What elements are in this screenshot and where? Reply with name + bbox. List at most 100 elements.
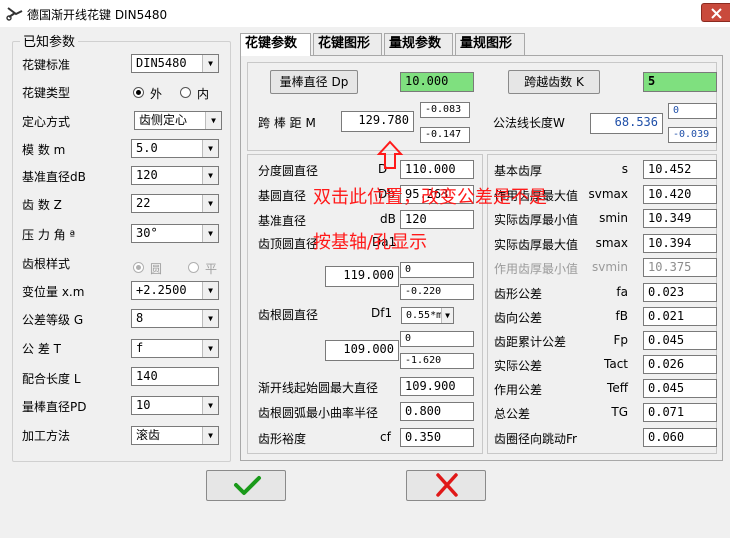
tolerance-row-symbol: smax bbox=[595, 236, 628, 250]
annotation-line-1: 双击此位置，改变公差是不是 bbox=[313, 187, 547, 208]
tolerance-row-value[interactable]: 0.045 bbox=[643, 331, 717, 350]
ref-dia-label: 基准直径 bbox=[258, 214, 307, 228]
tolerance-row-symbol: fa bbox=[616, 285, 628, 299]
spline-standard-label: 花键标准 bbox=[22, 58, 71, 72]
tolerance-row-label: 齿向公差 bbox=[494, 311, 543, 325]
centering-select[interactable]: 齿侧定心 ▼ bbox=[134, 111, 222, 130]
over-pins-label: 跨 棒 距 M bbox=[258, 116, 316, 130]
pin-diameter-select[interactable]: 10 ▼ bbox=[131, 396, 219, 415]
tip-dia-input[interactable]: 119.000 bbox=[325, 266, 399, 287]
tolerance-row-value[interactable]: 0.026 bbox=[643, 355, 717, 374]
root-radius-input[interactable]: 0.800 bbox=[400, 402, 474, 421]
tolerance-row-value[interactable]: 0.071 bbox=[643, 403, 717, 422]
pin-diameter-label: 量棒直径PD bbox=[22, 400, 87, 414]
radio-internal[interactable] bbox=[180, 87, 191, 98]
over-pins-upper[interactable]: -0.083 bbox=[420, 102, 470, 118]
tolerance-row-value[interactable]: 10.394 bbox=[643, 234, 717, 253]
spline-standard-select[interactable]: DIN5480 ▼ bbox=[131, 54, 219, 73]
root-style-label: 齿根样式 bbox=[22, 257, 71, 271]
tab-gauge-params[interactable]: 量规参数 bbox=[384, 33, 453, 55]
root-dia-label: 齿根圆直径 bbox=[258, 308, 319, 322]
root-dia-upper[interactable]: 0 bbox=[400, 331, 474, 347]
form-dia-input[interactable]: 109.900 bbox=[400, 377, 474, 396]
tolerance-row-symbol: Tact bbox=[604, 357, 628, 371]
x-icon bbox=[436, 473, 458, 497]
tolerance-row-value[interactable]: 0.023 bbox=[643, 283, 717, 302]
chevron-down-icon: ▼ bbox=[202, 340, 218, 357]
scissors-icon bbox=[6, 7, 23, 21]
tolerance-row-label: 基本齿厚 bbox=[494, 164, 543, 178]
pin-diameter-value[interactable]: 10.000 bbox=[400, 72, 474, 92]
tip-dia-upper[interactable]: 0 bbox=[400, 262, 474, 278]
tolerance-row-label: 齿圈径向跳动Fr bbox=[494, 432, 577, 446]
chevron-down-icon: ▼ bbox=[202, 167, 218, 184]
tip-dia-lower[interactable]: -0.220 bbox=[400, 284, 474, 300]
pin-diameter-button[interactable]: 量棒直径 Dp bbox=[270, 70, 358, 94]
tolerance-row-symbol: s bbox=[621, 162, 628, 176]
tolerance-row-symbol: Teff bbox=[607, 381, 628, 395]
pitch-dia-input[interactable]: 110.000 bbox=[400, 160, 474, 179]
form-dia-label: 渐开线起始圆最大直径 bbox=[258, 381, 379, 395]
tolerance-row-value[interactable]: 0.021 bbox=[643, 307, 717, 326]
tolerance-select[interactable]: f ▼ bbox=[131, 339, 219, 358]
span-teeth-value[interactable]: 5 bbox=[643, 72, 717, 92]
tolerance-row-value[interactable]: 10.420 bbox=[643, 185, 717, 204]
over-pins-input[interactable]: 129.780 bbox=[341, 111, 414, 132]
radio-external[interactable] bbox=[133, 87, 144, 98]
mating-length-label: 配合长度 L bbox=[22, 372, 81, 386]
tolerance-row-label: 作用齿厚最小值 bbox=[494, 262, 579, 276]
title-bar: 德国渐开线花键 DIN5480 bbox=[0, 0, 730, 27]
radio-external-label: 外 bbox=[150, 87, 163, 101]
tolerance-row-value[interactable]: 10.349 bbox=[643, 209, 717, 228]
tolerance-row-value[interactable]: 0.045 bbox=[643, 379, 717, 398]
pressure-angle-select[interactable]: 30° ▼ bbox=[131, 224, 219, 243]
over-pins-lower[interactable]: -0.147 bbox=[420, 127, 470, 143]
tip-dia-label: 齿顶圆直径 bbox=[258, 237, 319, 251]
chevron-down-icon: ▼ bbox=[202, 55, 218, 72]
cancel-button[interactable] bbox=[406, 470, 486, 501]
root-radius-label: 齿根圆弧最小曲率半径 bbox=[258, 406, 379, 420]
ok-button[interactable] bbox=[206, 470, 286, 501]
tab-spline-params[interactable]: 花键参数 bbox=[240, 33, 311, 56]
profile-shift-select[interactable]: +2.2500 ▼ bbox=[131, 281, 219, 300]
tab-gauge-graphic[interactable]: 量规图形 bbox=[455, 33, 525, 55]
tolerance-row-value: 10.375 bbox=[643, 258, 717, 277]
chevron-down-icon: ▼ bbox=[441, 308, 453, 323]
root-dia-input[interactable]: 109.000 bbox=[325, 340, 399, 361]
form-clearance-label: 齿形裕度 bbox=[258, 432, 307, 446]
tolerance-row-symbol: Fp bbox=[613, 333, 628, 347]
tolerance-row-label: 总公差 bbox=[494, 407, 531, 421]
ref-dia-symbol: dB bbox=[380, 212, 396, 226]
tolerance-label: 公 差 T bbox=[22, 342, 61, 356]
pitch-dia-label: 分度圆直径 bbox=[258, 164, 319, 178]
span-length-input[interactable]: 68.536 bbox=[590, 113, 663, 134]
tolerance-row-value[interactable]: 10.452 bbox=[643, 160, 717, 179]
known-params-title: 已知参数 bbox=[20, 31, 79, 50]
tolerance-row-label: 实际齿厚最小值 bbox=[494, 213, 579, 227]
machining-select[interactable]: 滚齿 ▼ bbox=[131, 426, 219, 445]
tolerance-grade-select[interactable]: 8 ▼ bbox=[131, 309, 219, 328]
root-dia-lower[interactable]: -1.620 bbox=[400, 353, 474, 369]
chevron-down-icon: ▼ bbox=[202, 310, 218, 327]
close-button[interactable] bbox=[701, 3, 730, 22]
tolerance-row-symbol: TG bbox=[611, 405, 628, 419]
chevron-down-icon: ▼ bbox=[202, 397, 218, 414]
root-dia-factor-select[interactable]: 0.55*m ▼ bbox=[401, 307, 454, 324]
span-length-upper[interactable]: 0 bbox=[668, 103, 717, 119]
check-icon bbox=[234, 476, 261, 495]
teeth-select[interactable]: 22 ▼ bbox=[131, 194, 219, 213]
span-teeth-button[interactable]: 跨越齿数 K bbox=[508, 70, 600, 94]
tab-spline-graphic[interactable]: 花键图形 bbox=[313, 33, 382, 55]
teeth-label: 齿 数 Z bbox=[22, 198, 62, 212]
mating-length-input[interactable]: 140 bbox=[131, 367, 219, 386]
form-clearance-input[interactable]: 0.350 bbox=[400, 428, 474, 447]
ref-dia-input[interactable]: 120 bbox=[400, 210, 474, 229]
ref-diameter-select[interactable]: 120 ▼ bbox=[131, 166, 219, 185]
pressure-angle-label: 压 力 角 ª bbox=[22, 228, 76, 242]
chevron-down-icon: ▼ bbox=[202, 427, 218, 444]
tolerance-row-value[interactable]: 0.060 bbox=[643, 428, 717, 447]
module-select[interactable]: 5.0 ▼ bbox=[131, 139, 219, 158]
chevron-down-icon: ▼ bbox=[202, 282, 218, 299]
span-length-lower[interactable]: -0.039 bbox=[668, 127, 717, 143]
form-clearance-symbol: cf bbox=[380, 430, 391, 444]
